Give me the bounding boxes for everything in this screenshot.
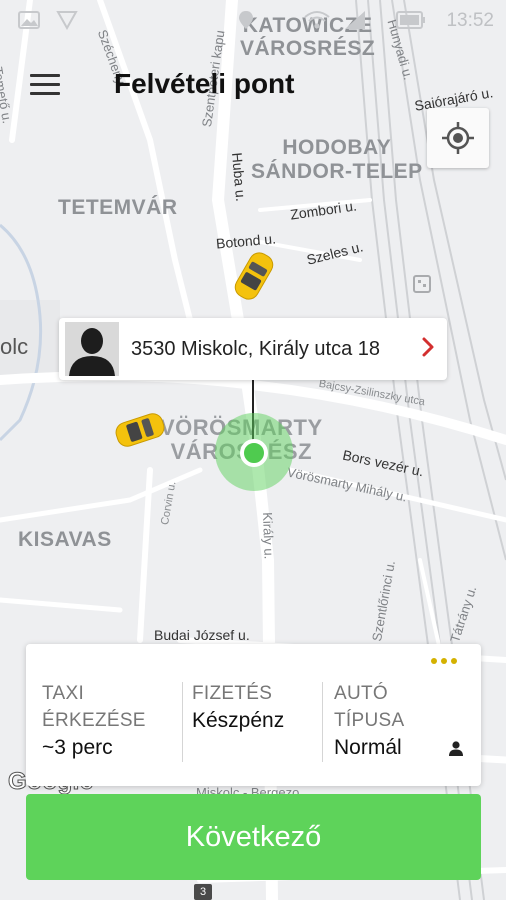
status-time: 13:52	[446, 10, 494, 31]
chevron-right-icon	[422, 337, 434, 357]
city-label-fragment: olc	[0, 334, 29, 359]
pickup-address-text: 3530 Miskolc, Király utca 18	[131, 338, 381, 360]
signal-icon	[345, 11, 365, 29]
person-icon	[449, 740, 463, 756]
ride-info-panel: TAXI ÉRKEZÉSE ~3 perc FIZETÉS Készpénz A…	[26, 644, 481, 786]
hamburger-menu-icon[interactable]	[28, 74, 62, 98]
battery-icon	[396, 11, 425, 29]
divider	[182, 682, 183, 762]
avatar	[65, 322, 119, 376]
street-label-budai-jozsef: Budai József u.	[154, 627, 250, 643]
locate-me-button[interactable]	[427, 108, 489, 168]
more-dots-icon[interactable]	[431, 656, 461, 666]
payment-section[interactable]: FIZETÉS Készpénz	[192, 680, 284, 734]
pickup-address-card[interactable]: 3530 Miskolc, Király utca 18	[59, 318, 447, 380]
next-button[interactable]: Következő	[26, 794, 481, 880]
image-notification-icon	[18, 11, 40, 29]
crosshair-locate-icon	[442, 122, 474, 154]
district-label-tetemvar: TETEMVÁR	[58, 196, 178, 219]
payment-label: FIZETÉS	[192, 683, 273, 704]
wifi-icon	[304, 11, 330, 29]
road-number-badge: 3	[194, 884, 212, 900]
person-silhouette-icon	[65, 322, 119, 376]
taxi-arrival-value: ~3 perc	[42, 736, 113, 759]
car-type-label: AUTÓ TÍPUSA	[334, 683, 405, 731]
district-label-hodobay: HODOBAY SÁNDOR-TELEP	[251, 136, 423, 184]
payment-value: Készpénz	[192, 709, 285, 732]
taxi-arrival-section: TAXI ÉRKEZÉSE ~3 perc	[42, 680, 146, 761]
location-status-icon	[239, 11, 253, 29]
page-title: Felvételi pont	[114, 68, 295, 99]
status-bar: 13:52	[0, 0, 506, 40]
divider	[322, 682, 323, 762]
taxi-arrival-label: TAXI ÉRKEZÉSE	[42, 683, 146, 731]
district-label-kisavas: KISAVAS	[18, 528, 112, 551]
street-label-kiraly: Király u.	[260, 511, 277, 560]
app-notification-icon	[56, 11, 78, 30]
car-type-section[interactable]: AUTÓ TÍPUSA Normál	[334, 680, 464, 761]
car-type-value: Normál	[334, 736, 402, 759]
pickup-pin-dot	[240, 439, 268, 467]
street-label-huba: Huba u.	[229, 151, 250, 203]
